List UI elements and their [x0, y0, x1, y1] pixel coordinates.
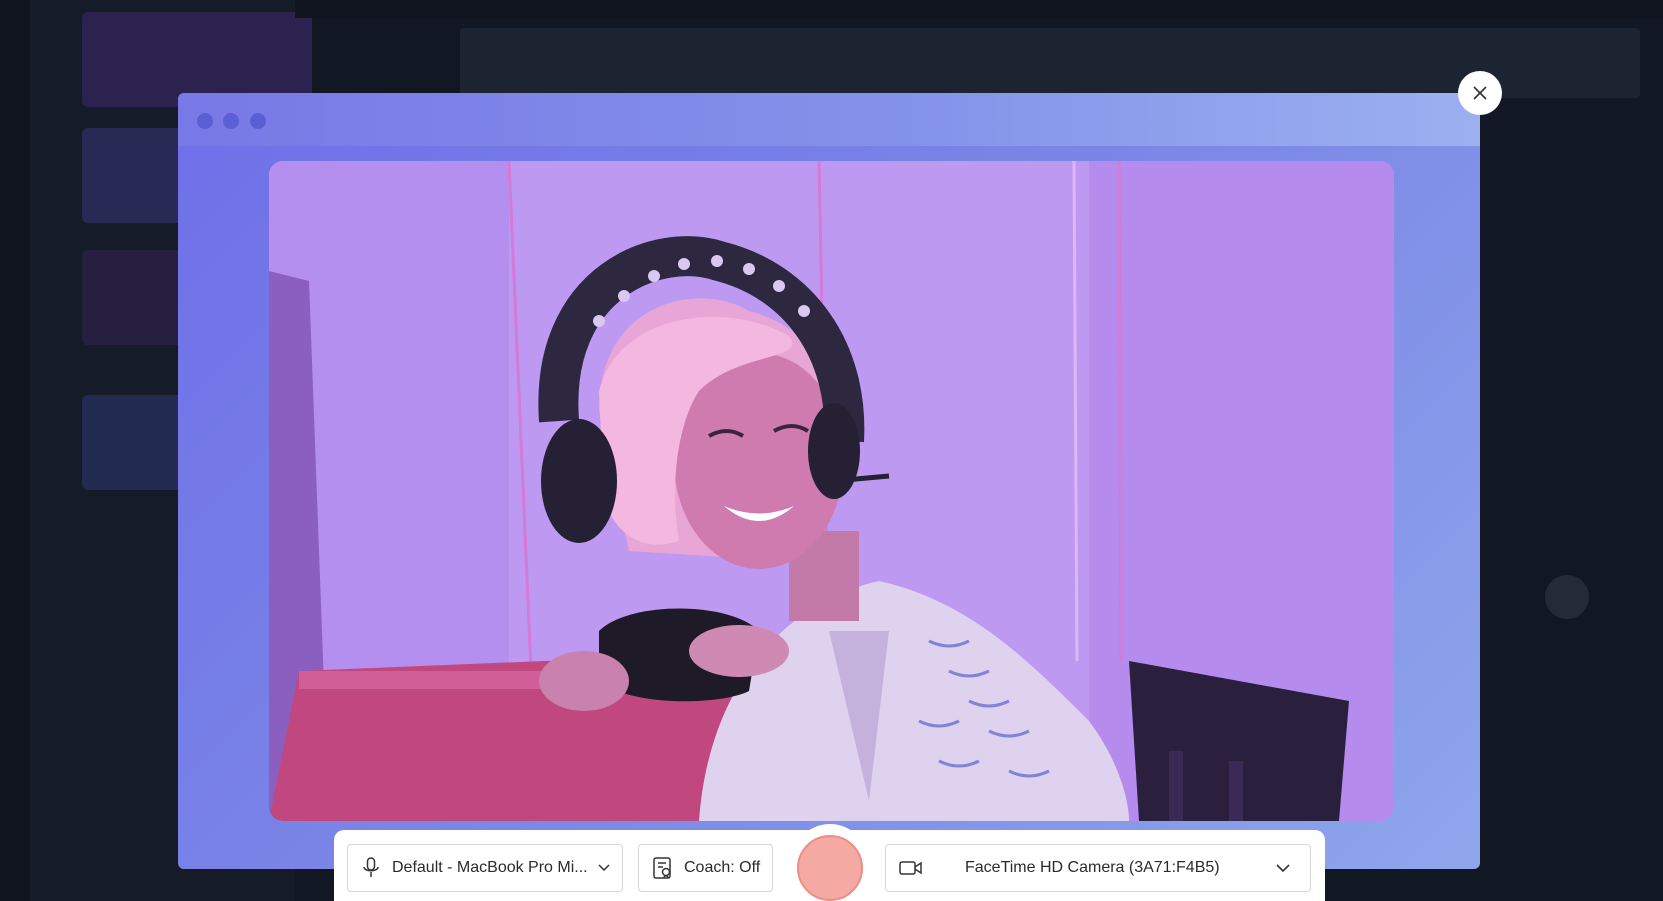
- close-button[interactable]: [1458, 71, 1502, 115]
- microphone-label: Default - MacBook Pro Mi...: [392, 859, 588, 876]
- camera-label: FaceTime HD Camera (3A71:F4B5): [965, 859, 1220, 876]
- coach-label: Coach: Off: [684, 859, 761, 876]
- chevron-down-icon: [598, 864, 610, 872]
- camera-select[interactable]: FaceTime HD Camera (3A71:F4B5): [885, 844, 1311, 892]
- background-nav-rail: [0, 0, 30, 901]
- window-titlebar: [178, 93, 1480, 146]
- chevron-down-icon: [1276, 863, 1290, 873]
- window-dot: [250, 113, 266, 129]
- recorder-control-bar: Default - MacBook Pro Mi... Coach: Off F…: [334, 824, 1325, 901]
- webcam-image: [269, 161, 1394, 821]
- coach-toggle-button[interactable]: Coach: Off: [638, 844, 773, 892]
- window-dot: [197, 113, 213, 129]
- coach-icon: [652, 856, 674, 880]
- close-icon: [1473, 86, 1487, 100]
- window-dot: [223, 113, 239, 129]
- record-button[interactable]: [797, 835, 863, 901]
- video-camera-icon: [899, 859, 923, 877]
- background-top-bar: [295, 0, 1663, 18]
- microphone-icon: [362, 857, 380, 879]
- background-button: [1545, 575, 1589, 619]
- camera-recorder-window: [178, 93, 1480, 869]
- webcam-preview: [269, 161, 1394, 821]
- microphone-select[interactable]: Default - MacBook Pro Mi...: [347, 844, 623, 892]
